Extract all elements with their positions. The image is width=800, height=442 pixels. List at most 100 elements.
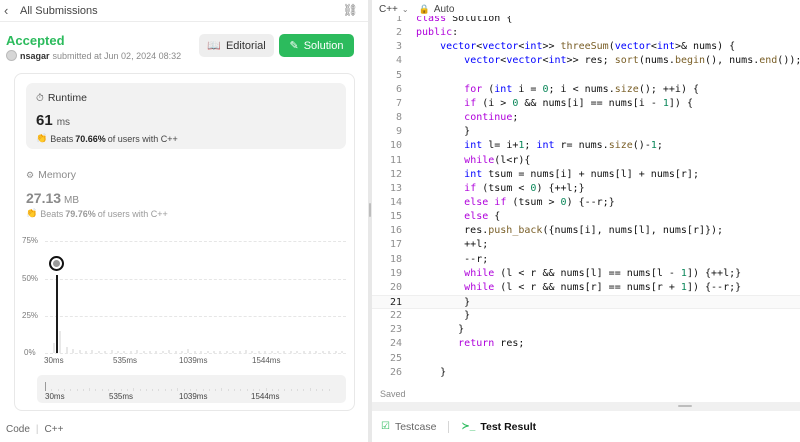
- histogram-bar: [136, 350, 139, 353]
- runtime-box[interactable]: ⏱ Runtime 61 ms 👏 Beats 70.66% of users w…: [26, 83, 346, 149]
- tab-divider: [448, 420, 450, 433]
- code-line[interactable]: 25: [372, 352, 800, 366]
- share-link-icon[interactable]: ⛓: [343, 3, 358, 17]
- code-line[interactable]: 18 --r;: [372, 253, 800, 267]
- code-line[interactable]: 17 ++l;: [372, 238, 800, 252]
- performance-card: ⏱ Runtime 61 ms 👏 Beats 70.66% of users w…: [14, 73, 355, 411]
- overview-bar: [82, 389, 84, 391]
- overview-bar: [145, 389, 147, 391]
- histogram-bar: [85, 351, 87, 353]
- language-select[interactable]: C++: [379, 4, 398, 15]
- code-line[interactable]: 12 int tsum = nums[i] + nums[l] + nums[r…: [372, 168, 800, 182]
- histogram-bar: [289, 351, 292, 353]
- formatting-mode[interactable]: Auto: [434, 4, 455, 15]
- chevron-down-icon[interactable]: ⌄: [402, 5, 409, 14]
- line-number: 10: [389, 140, 402, 152]
- code-line[interactable]: 7 if (i > 0 && nums[i] == nums[i - 1]) {: [372, 97, 800, 111]
- code-line[interactable]: 1 class Solution {: [372, 16, 800, 26]
- overview-bar: [164, 389, 166, 391]
- line-number: 19: [389, 267, 402, 279]
- line-number: 25: [389, 352, 402, 364]
- code-line[interactable]: 15 else {: [372, 210, 800, 224]
- code-line[interactable]: 8 continue;: [372, 111, 800, 125]
- code-editor[interactable]: C++ ⌄ 🔒 Auto 1 class Solution {2 public: 3 …: [372, 0, 800, 402]
- line-number: 7: [395, 97, 402, 109]
- overview-bar: [57, 389, 59, 391]
- code-text: --r;: [416, 253, 489, 265]
- range-selector[interactable]: 30ms 535ms 1039ms 1544ms: [37, 375, 346, 403]
- code-line[interactable]: 3 vector<vector<int>> threeSum(vector<in…: [372, 40, 800, 54]
- line-number: 1: [395, 16, 402, 24]
- histogram-bar: [149, 351, 151, 353]
- code-line[interactable]: 11 while(l<r){: [372, 154, 800, 168]
- runtime-distribution-chart[interactable]: 75% 50% 25% 0% 30ms 535ms 1039ms 1544ms: [15, 229, 356, 369]
- editorial-button[interactable]: 📖 Editorial: [199, 34, 274, 57]
- overview-bar: [95, 389, 97, 391]
- submission-panel: ‹ All Submissions ⛓ Accepted nsagar subm…: [0, 0, 368, 442]
- line-number: 20: [389, 281, 402, 293]
- back-chevron-icon[interactable]: ‹: [4, 3, 18, 18]
- histogram-bar: [78, 350, 81, 353]
- code-line[interactable]: 2 public:: [372, 26, 800, 40]
- histogram-bar: [181, 351, 183, 353]
- histogram-bar: [245, 350, 247, 353]
- code-text: else {: [464, 211, 501, 223]
- runtime-unit: ms: [56, 117, 71, 128]
- code-text: for (int i = 0; i < nums.size(); ++i) {: [464, 83, 700, 95]
- code-text: }: [416, 324, 465, 336]
- overview-bar: [171, 389, 172, 391]
- avatar[interactable]: [6, 50, 17, 61]
- all-submissions-link[interactable]: All Submissions: [20, 5, 98, 17]
- submission-status: Accepted: [6, 33, 65, 48]
- overview-bar: [240, 389, 242, 391]
- code-line[interactable]: 16 res.push_back({nums[i], nums[l], nums…: [372, 224, 800, 238]
- code-line[interactable]: 9 }: [372, 125, 800, 139]
- line-number: 26: [389, 366, 402, 378]
- overview-bar: [108, 389, 109, 391]
- overview-bar: [221, 388, 223, 391]
- code-lines[interactable]: 1 class Solution {2 public: 3 vector<vector…: [372, 16, 800, 378]
- overview-bar: [202, 389, 204, 391]
- overview-bar: [227, 389, 229, 391]
- code-text: }: [416, 366, 447, 378]
- x-tick-1544ms: 1544ms: [252, 356, 281, 365]
- submitter-username[interactable]: nsagar: [20, 51, 50, 61]
- code-line[interactable]: 6 for (int i = 0; i < nums.size(); ++i) …: [372, 83, 800, 97]
- clap-icon: 👏: [36, 133, 48, 143]
- histogram-bar: [213, 351, 215, 353]
- histogram-bar: [277, 351, 279, 353]
- app-root: ‹ All Submissions ⛓ Accepted nsagar subm…: [0, 0, 800, 442]
- line-number: 12: [389, 168, 402, 180]
- memory-number: 27.13: [26, 190, 62, 206]
- code-line[interactable]: 5: [372, 69, 800, 83]
- code-line[interactable]: 13 if (tsum < 0) {++l;}: [372, 182, 800, 196]
- console-resize-handle[interactable]: [372, 402, 800, 411]
- your-submission-marker[interactable]: [49, 256, 64, 271]
- clock-icon: ⏱: [36, 92, 44, 104]
- solution-button[interactable]: ✎ Solution: [279, 34, 354, 57]
- code-line[interactable]: 22 }: [372, 309, 800, 323]
- code-line[interactable]: 10 int l= i+1; int r= nums.size()-1;: [372, 139, 800, 153]
- editorial-label: Editorial: [225, 39, 266, 52]
- y-tick-75: 75%: [22, 236, 39, 245]
- code-line[interactable]: 20 while (l < r && nums[r] == nums[r + 1…: [372, 281, 800, 295]
- code-line[interactable]: 23 }: [372, 323, 800, 337]
- code-line[interactable]: 4 vector<vector<int>> res; sort(nums.beg…: [372, 54, 800, 68]
- memory-title[interactable]: ⚙ Memory: [26, 169, 76, 181]
- histogram-bar: [155, 351, 158, 353]
- histogram-bar: [110, 350, 113, 353]
- overview-bar: [208, 389, 210, 391]
- code-line[interactable]: 21 }: [372, 295, 800, 309]
- code-line[interactable]: 19 while (l < r && nums[l] == nums[l - 1…: [372, 267, 800, 281]
- code-line[interactable]: 14 else if (tsum > 0) {--r;}: [372, 196, 800, 210]
- line-number: 21: [389, 297, 402, 308]
- tab-test-result[interactable]: ≻_ Test Result: [461, 421, 536, 433]
- x-tick-535ms: 535ms: [113, 356, 138, 365]
- overview-bar: [133, 388, 135, 391]
- code-line[interactable]: 24 return res;: [372, 337, 800, 351]
- tab-testcase[interactable]: ☑ Testcase: [381, 421, 436, 433]
- overview-bar: [126, 389, 128, 391]
- memory-value: 27.13 MB: [26, 190, 79, 206]
- submitted-at-text: submitted at Jun 02, 2024 08:32: [52, 50, 182, 61]
- code-line[interactable]: 26 }: [372, 366, 800, 378]
